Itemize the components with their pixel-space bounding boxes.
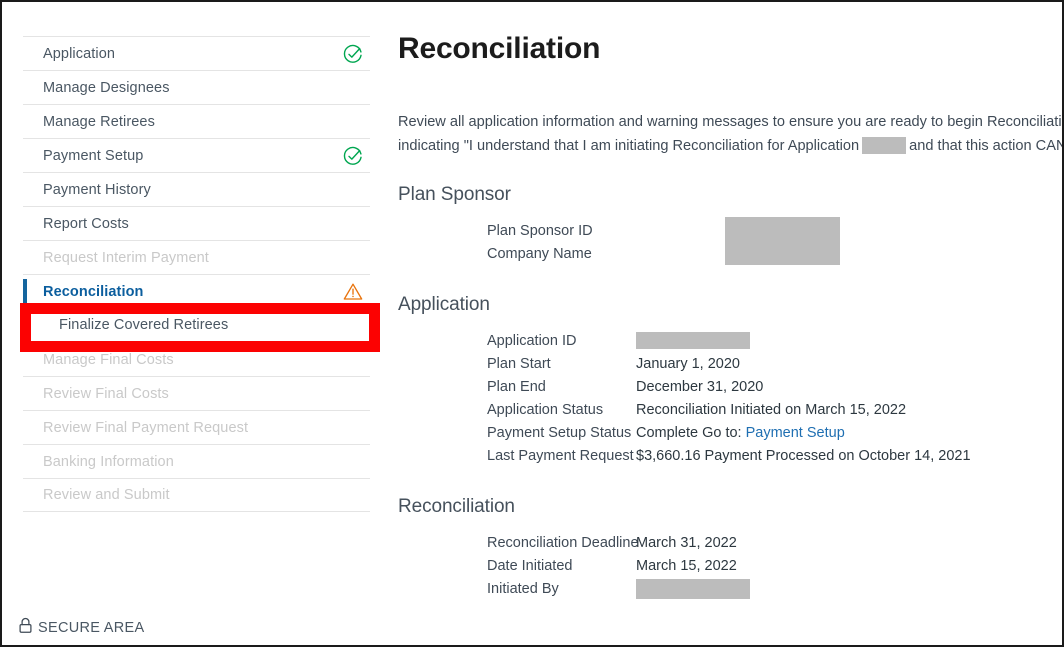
intro-line-2-part-b: and that this action CANN bbox=[909, 138, 1064, 154]
sidebar-item-manage-retirees[interactable]: Manage Retirees bbox=[23, 104, 370, 138]
field-row: Last Payment Request $3,660.16 Payment P… bbox=[398, 444, 1064, 467]
sidebar-item-label: Report Costs bbox=[43, 216, 129, 232]
field-row: Plan End December 31, 2020 bbox=[398, 375, 1064, 398]
sidebar-item-label: Payment Setup bbox=[43, 148, 143, 164]
field-value bbox=[636, 332, 750, 349]
field-value: Reconciliation Initiated on March 15, 20… bbox=[636, 402, 906, 418]
field-label: Company Name bbox=[398, 246, 636, 262]
field-value: $3,660.16 Payment Processed on October 1… bbox=[636, 448, 971, 464]
sidebar-item-review-final-costs: Review Final Costs bbox=[23, 376, 370, 410]
sidebar-navigation: Application Manage Designees Manage Reti… bbox=[2, 2, 390, 645]
sidebar-item-review-and-submit: Review and Submit bbox=[23, 478, 370, 512]
field-row: Payment Setup Status Complete Go to: Pay… bbox=[398, 421, 1064, 444]
intro-paragraph: Review all application information and w… bbox=[398, 110, 1064, 158]
sidebar-item-label: Reconciliation bbox=[43, 284, 144, 300]
secure-area-label: SECURE AREA bbox=[38, 620, 144, 636]
sidebar-item-label: Manage Designees bbox=[43, 80, 170, 96]
redacted-application-id-value bbox=[636, 332, 750, 349]
field-row: Initiated By bbox=[398, 577, 1064, 600]
payment-setup-link[interactable]: Payment Setup bbox=[746, 425, 845, 441]
circle-check-icon bbox=[342, 43, 364, 65]
sidebar-item-payment-history[interactable]: Payment History bbox=[23, 172, 370, 206]
field-table: Reconciliation Deadline March 31, 2022 D… bbox=[398, 531, 1064, 600]
field-value: March 15, 2022 bbox=[636, 558, 737, 574]
payment-setup-status-text: Complete Go to: bbox=[636, 425, 742, 441]
redacted-application-id bbox=[862, 137, 906, 154]
field-value: January 1, 2020 bbox=[636, 356, 740, 372]
sidebar-item-label: Finalize Covered Retirees bbox=[59, 317, 228, 333]
circle-check-icon bbox=[342, 145, 364, 167]
sidebar-item-label: Request Interim Payment bbox=[43, 250, 209, 266]
sidebar-item-payment-setup[interactable]: Payment Setup bbox=[23, 138, 370, 172]
sidebar-item-label: Application bbox=[43, 46, 115, 62]
section-application: Application Application ID Plan Start Ja… bbox=[398, 294, 1064, 467]
field-row: Reconciliation Deadline March 31, 2022 bbox=[398, 531, 1064, 554]
application-window: Application Manage Designees Manage Reti… bbox=[0, 0, 1064, 647]
field-value bbox=[636, 579, 750, 599]
section-title: Application bbox=[398, 294, 1064, 316]
section-title: Reconciliation bbox=[398, 496, 1064, 518]
secure-area-indicator: SECURE AREA bbox=[18, 617, 144, 639]
field-label: Date Initiated bbox=[398, 558, 636, 574]
sidebar-item-manage-final-costs: Manage Final Costs bbox=[23, 342, 370, 376]
page-title: Reconciliation bbox=[398, 32, 600, 66]
sidebar-item-finalize-covered-retirees[interactable]: Finalize Covered Retirees bbox=[23, 308, 370, 342]
field-table: Application ID Plan Start January 1, 202… bbox=[398, 329, 1064, 467]
sidebar-item-reconciliation[interactable]: Reconciliation bbox=[23, 274, 370, 308]
sidebar-item-manage-designees[interactable]: Manage Designees bbox=[23, 70, 370, 104]
field-row: Date Initiated March 15, 2022 bbox=[398, 554, 1064, 577]
lock-icon bbox=[18, 617, 33, 639]
section-reconciliation: Reconciliation Reconciliation Deadline M… bbox=[398, 496, 1064, 600]
field-label: Plan End bbox=[398, 379, 636, 395]
sidebar-item-banking-information: Banking Information bbox=[23, 444, 370, 478]
sidebar-item-label: Review Final Costs bbox=[43, 386, 169, 402]
sidebar-item-list: Application Manage Designees Manage Reti… bbox=[23, 36, 370, 512]
field-table: Plan Sponsor ID Company Name bbox=[398, 219, 1064, 265]
intro-line-1: Review all application information and w… bbox=[398, 110, 1064, 134]
sidebar-item-label: Banking Information bbox=[43, 454, 174, 470]
field-label: Application Status bbox=[398, 402, 636, 418]
sidebar-item-label: Manage Final Costs bbox=[43, 352, 174, 368]
redacted-plan-sponsor-block bbox=[725, 217, 840, 265]
field-label: Payment Setup Status bbox=[398, 425, 636, 441]
field-label: Plan Start bbox=[398, 356, 636, 372]
sidebar-item-label: Payment History bbox=[43, 182, 151, 198]
redacted-initiated-by-value bbox=[636, 579, 750, 599]
field-label: Last Payment Request bbox=[398, 448, 636, 464]
field-value: December 31, 2020 bbox=[636, 379, 763, 395]
field-value: Complete Go to: Payment Setup bbox=[636, 425, 845, 441]
warning-triangle-icon bbox=[342, 281, 364, 303]
field-label: Reconciliation Deadline bbox=[398, 535, 636, 551]
sidebar-item-review-final-payment-request: Review Final Payment Request bbox=[23, 410, 370, 444]
field-label: Initiated By bbox=[398, 581, 636, 597]
intro-line-2-part-a: indicating "I understand that I am initi… bbox=[398, 138, 859, 154]
field-label: Plan Sponsor ID bbox=[398, 223, 636, 239]
field-value: March 31, 2022 bbox=[636, 535, 737, 551]
field-row: Application ID bbox=[398, 329, 1064, 352]
sidebar-item-label: Review and Submit bbox=[43, 487, 170, 503]
sidebar-item-request-interim-payment: Request Interim Payment bbox=[23, 240, 370, 274]
sidebar-item-report-costs[interactable]: Report Costs bbox=[23, 206, 370, 240]
sidebar-item-application[interactable]: Application bbox=[23, 36, 370, 70]
field-label: Application ID bbox=[398, 333, 636, 349]
sidebar-item-label: Manage Retirees bbox=[43, 114, 155, 130]
section-title: Plan Sponsor bbox=[398, 184, 1064, 206]
active-indicator-bar bbox=[23, 279, 27, 304]
section-plan-sponsor: Plan Sponsor Plan Sponsor ID Company Nam… bbox=[398, 184, 1064, 265]
main-content: Reconciliation Review all application in… bbox=[398, 2, 1064, 645]
field-row: Plan Start January 1, 2020 bbox=[398, 352, 1064, 375]
sidebar-item-label: Review Final Payment Request bbox=[43, 420, 248, 436]
intro-line-2: indicating "I understand that I am initi… bbox=[398, 134, 1064, 158]
field-row: Application Status Reconciliation Initia… bbox=[398, 398, 1064, 421]
